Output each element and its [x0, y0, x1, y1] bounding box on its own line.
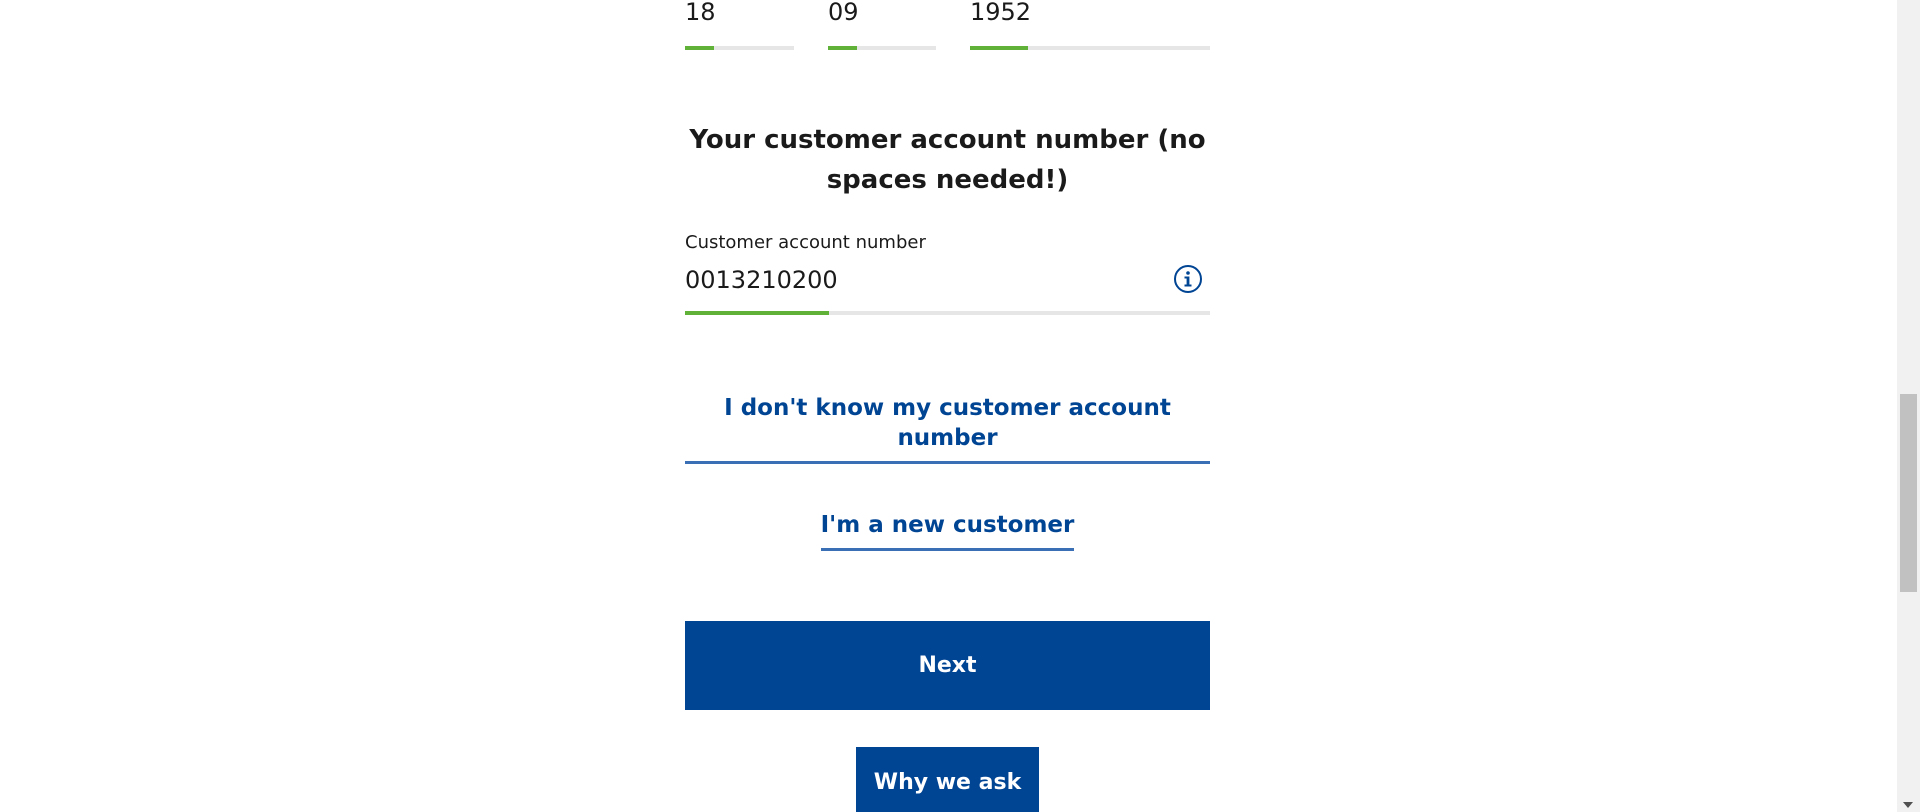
next-button[interactable]: Next	[685, 621, 1210, 710]
dob-month-value: 09	[828, 0, 859, 26]
new-customer-link[interactable]: I'm a new customer	[820, 510, 1075, 551]
new-customer-link-wrapper: I'm a new customer	[685, 510, 1210, 551]
dob-year-input[interactable]: 1952	[970, 0, 1210, 50]
dob-month-progress	[828, 46, 858, 50]
dob-month-underline	[828, 46, 936, 50]
dob-year-underline	[970, 46, 1210, 50]
account-number-input[interactable]: 0013210200	[685, 262, 1210, 315]
scrollbar-thumb[interactable]	[1900, 394, 1917, 592]
date-of-birth-row: 18 09 1952	[685, 0, 1210, 50]
account-number-value: 0013210200	[685, 266, 838, 294]
account-number-progress	[685, 311, 830, 315]
dob-year-value: 1952	[970, 0, 1032, 26]
dob-day-underline	[685, 46, 794, 50]
dont-know-account-link-wrapper: I don't know my customer account number	[685, 393, 1210, 464]
dob-day-input[interactable]: 18	[685, 0, 794, 50]
page: 18 09 1952 Your customer account number …	[0, 0, 1920, 812]
dob-day-value: 18	[685, 0, 716, 26]
why-we-ask-button[interactable]: Why we ask	[856, 747, 1039, 812]
page-scrollbar[interactable]	[1897, 0, 1920, 812]
account-number-label: Customer account number	[685, 232, 926, 253]
dob-year-progress	[970, 46, 1028, 50]
dob-day-progress	[685, 46, 715, 50]
scroll-down-arrow-icon[interactable]	[1903, 802, 1913, 808]
dont-know-account-link[interactable]: I don't know my customer account number	[685, 393, 1210, 464]
account-number-heading: Your customer account number (no spaces …	[689, 125, 1206, 195]
account-number-underline	[685, 311, 1210, 315]
dob-month-input[interactable]: 09	[828, 0, 936, 50]
info-icon[interactable]	[1173, 264, 1203, 294]
